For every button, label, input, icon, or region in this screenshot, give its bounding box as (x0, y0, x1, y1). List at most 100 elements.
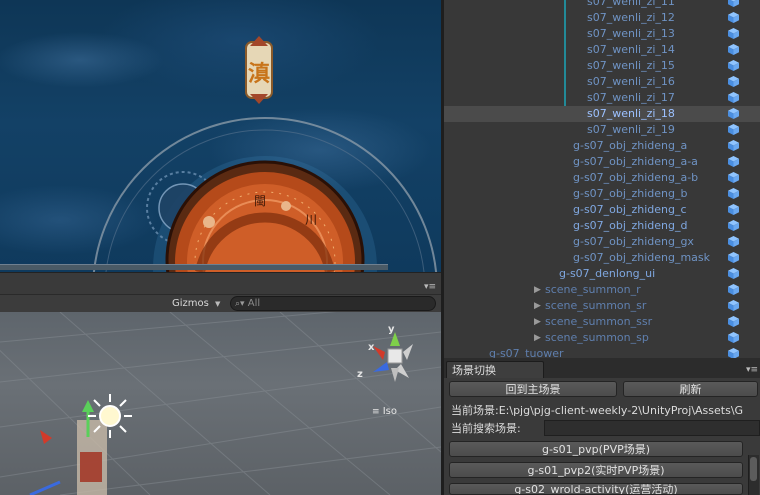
prefab-cube-icon (728, 44, 739, 55)
hierarchy-item-label: g-s07_obj_zhideng_a-a (573, 155, 698, 168)
axis-label-x: x (368, 342, 375, 353)
prefab-cube-icon (728, 92, 739, 103)
hierarchy-item[interactable]: g-s07_obj_zhideng_a (444, 138, 760, 154)
sun-icon (88, 394, 132, 438)
refresh-button[interactable]: 刷新 (623, 381, 758, 397)
hierarchy-item[interactable]: s07_wenli_zi_17 (444, 90, 760, 106)
hierarchy-item[interactable]: g-s07_obj_zhideng_a-a (444, 154, 760, 170)
hierarchy-panel[interactable]: s07_wenli_zi_11 s07_wenli_zi_12 s07_wenli_… (444, 0, 760, 358)
scene-button-pvp[interactable]: g-s01_pvp(PVP场景) (449, 441, 743, 457)
hierarchy-item[interactable]: g-s07_obj_zhideng_d (444, 218, 760, 234)
hierarchy-item-label: g-s07_obj_zhideng_a-b (573, 171, 699, 184)
hierarchy-item-label: g-s07_tuower (489, 347, 564, 358)
hierarchy-item-label: g-s07_obj_zhideng_a (573, 139, 688, 152)
hierarchy-item-label: scene_summon_sr (545, 299, 647, 312)
expand-arrow-icon[interactable]: ▶ (534, 314, 541, 330)
prefab-cube-icon (728, 172, 739, 183)
hierarchy-item[interactable]: ▶ scene_summon_ssr (444, 314, 760, 330)
hierarchy-item-label: scene_summon_sp (545, 331, 649, 344)
prefab-cube-icon (728, 108, 739, 119)
hierarchy-item-label: g-s07_denlong_ui (559, 267, 656, 280)
hierarchy-item-label: g-s07_obj_zhideng_mask (573, 251, 711, 264)
hierarchy-item-label: s07_wenli_zi_12 (587, 11, 675, 24)
game-view-art (92, 36, 438, 272)
hierarchy-item-label: scene_summon_ssr (545, 315, 653, 328)
hierarchy-item[interactable]: ▶ scene_summon_r (444, 282, 760, 298)
expand-arrow-icon[interactable]: ▶ (534, 298, 541, 314)
current-search-scene-label: 当前搜索场景: (451, 422, 521, 435)
game-view-bottom-bar (0, 264, 388, 270)
hierarchy-item[interactable]: s07_wenli_zi_11 (444, 0, 760, 10)
scene-search-field[interactable] (544, 420, 760, 436)
hierarchy-item-label: g-s07_obj_zhideng_b (573, 187, 688, 200)
ring-character-top: 閩 (254, 194, 267, 208)
hierarchy-item-label: s07_wenli_zi_13 (587, 27, 675, 40)
panel-menu-icon[interactable]: ▾≡ (746, 365, 758, 375)
hierarchy-item[interactable]: ▶ scene_summon_sp (444, 330, 760, 346)
gizmos-dropdown[interactable]: Gizmos ▼ (168, 296, 224, 311)
hierarchy-item[interactable]: g-s07_denlong_ui (444, 266, 760, 282)
prefab-cube-icon (728, 220, 739, 231)
scene-button-pvp2[interactable]: g-s01_pvp2(实时PVP场景) (449, 462, 743, 478)
hierarchy-item-label: s07_wenli_zi_11 (587, 0, 675, 8)
projection-toggle[interactable]: ≡ Iso (372, 406, 397, 417)
hierarchy-item[interactable]: s07_wenli_zi_18 (444, 106, 760, 122)
hierarchy-item[interactable]: g-s07_obj_zhideng_b (444, 186, 760, 202)
hierarchy-item[interactable]: s07_wenli_zi_14 (444, 42, 760, 58)
scene-search-input[interactable]: ⌕▾ All (230, 296, 436, 311)
scene-search-placeholder: All (247, 298, 261, 309)
iso-label: Iso (382, 406, 398, 417)
menu-lines-icon: ≡ (372, 407, 380, 417)
scene-view[interactable]: y x z ≡ Iso (0, 312, 441, 495)
hierarchy-item[interactable]: g-s07_obj_zhideng_a-b (444, 170, 760, 186)
prefab-cube-icon (728, 140, 739, 151)
back-to-main-scene-button[interactable]: 回到主场景 (449, 381, 617, 397)
hierarchy-item-label: g-s07_obj_zhideng_d (573, 219, 688, 232)
prefab-cube-icon (728, 300, 739, 311)
prefab-cube-icon (728, 156, 739, 167)
hierarchy-item-label: s07_wenli_zi_18 (587, 107, 675, 120)
panel-menu-icon[interactable]: ▾≡ (424, 282, 436, 292)
hierarchy-item-label: s07_wenli_zi_15 (587, 59, 675, 72)
hierarchy-item[interactable]: s07_wenli_zi_13 (444, 26, 760, 42)
scene-view-header: ▾≡ (0, 272, 441, 295)
expand-arrow-icon[interactable]: ▶ (534, 282, 541, 298)
search-icon: ⌕▾ (235, 299, 245, 309)
hierarchy-item-label: g-s07_obj_zhideng_gx (573, 235, 694, 248)
prefab-cube-icon (728, 204, 739, 215)
current-scene-path: 当前场景:E:\pjg\pjg-client-weekly-2\UnityPro… (451, 404, 744, 417)
prefab-cube-icon (728, 28, 739, 39)
expand-arrow-icon[interactable]: ▶ (534, 330, 541, 346)
prefab-cube-icon (728, 332, 739, 343)
hierarchy-item-label: s07_wenli_zi_19 (587, 123, 675, 136)
hierarchy-item[interactable]: s07_wenli_zi_12 (444, 10, 760, 26)
prefab-cube-icon (728, 0, 739, 7)
hierarchy-item-label: s07_wenli_zi_16 (587, 75, 675, 88)
hierarchy-item-label: s07_wenli_zi_14 (587, 43, 675, 56)
hierarchy-item-label: scene_summon_r (545, 283, 641, 296)
prefab-cube-icon (728, 124, 739, 135)
hierarchy-item[interactable]: g-s07_obj_zhideng_c (444, 202, 760, 218)
axis-label-y: y (388, 324, 395, 335)
axis-label-z: z (357, 369, 363, 380)
scene-button-world-activity[interactable]: g-s02_wrold-activity(运营活动) (449, 483, 743, 495)
game-view[interactable]: 滇 閩 川 (0, 0, 441, 272)
hierarchy-item-label: s07_wenli_zi_17 (587, 91, 675, 104)
hierarchy-item[interactable]: s07_wenli_zi_16 (444, 74, 760, 90)
prefab-cube-icon (728, 12, 739, 23)
hierarchy-item[interactable]: g-s07_tuower (444, 346, 760, 358)
hierarchy-item-label: g-s07_obj_zhideng_c (573, 203, 687, 216)
tab-scene-switch[interactable]: 场景切换 (446, 361, 544, 379)
hierarchy-item[interactable]: g-s07_obj_zhideng_mask (444, 250, 760, 266)
scrollbar-thumb[interactable] (750, 457, 757, 481)
hierarchy-item[interactable]: ▶ scene_summon_sr (444, 298, 760, 314)
prefab-cube-icon (728, 284, 739, 295)
chevron-down-icon: ▼ (215, 300, 221, 308)
hierarchy-item[interactable]: g-s07_obj_zhideng_gx (444, 234, 760, 250)
prefab-cube-icon (728, 316, 739, 327)
hierarchy-item[interactable]: s07_wenli_zi_19 (444, 122, 760, 138)
prefab-cube-icon (728, 252, 739, 263)
prefab-cube-icon (728, 268, 739, 279)
hierarchy-item[interactable]: s07_wenli_zi_15 (444, 58, 760, 74)
gizmos-label: Gizmos (172, 298, 209, 309)
